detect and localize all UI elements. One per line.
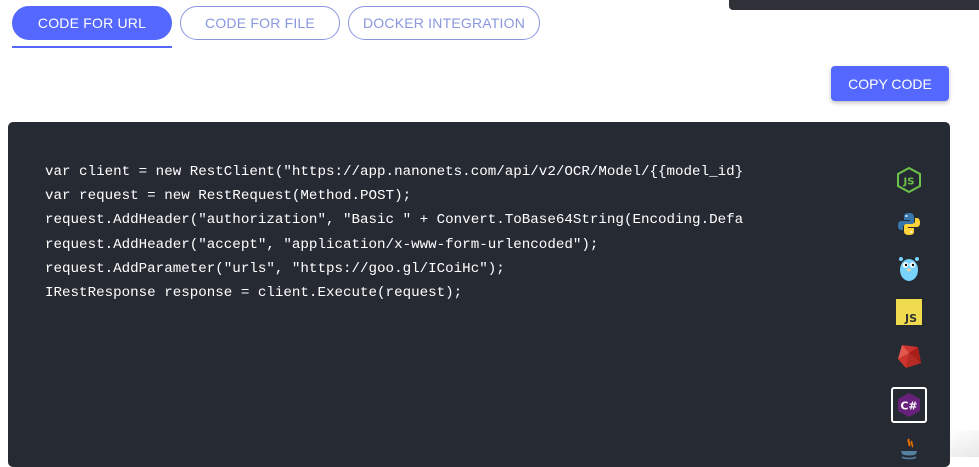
code-line: IRestResponse response = client.Execute(…: [45, 284, 463, 301]
copy-code-button[interactable]: COPY CODE: [831, 66, 949, 101]
tab-docker-integration[interactable]: DOCKER INTEGRATION: [348, 6, 540, 40]
language-csharp[interactable]: C#: [891, 387, 927, 423]
code-line: var client = new RestClient("https://app…: [45, 164, 744, 180]
language-python[interactable]: [891, 206, 927, 242]
active-tab-indicator: [12, 46, 172, 48]
page-edge: [950, 430, 979, 457]
svg-text:C#: C#: [900, 400, 917, 413]
code-line: request.AddHeader("accept", "application…: [45, 236, 599, 253]
language-javascript[interactable]: JS: [891, 294, 927, 330]
java-icon: [901, 438, 917, 460]
tab-code-for-url[interactable]: CODE FOR URL: [12, 6, 172, 40]
javascript-icon: JS: [896, 299, 922, 325]
tab-code-for-file[interactable]: CODE FOR FILE: [180, 6, 340, 40]
dark-header-edge: [729, 0, 979, 10]
code-panel: var client = new RestClient("https://app…: [8, 122, 950, 467]
language-golang[interactable]: [891, 250, 927, 286]
golang-icon: [899, 257, 919, 281]
svg-text:JS: JS: [903, 177, 915, 188]
code-line: request.AddHeader("authorization", "Basi…: [45, 212, 744, 229]
code-line: request.AddParameter("urls", "https://go…: [45, 260, 505, 277]
python-icon: [898, 213, 920, 235]
language-nodejs[interactable]: JS: [891, 162, 927, 198]
nodejs-icon: JS: [897, 166, 921, 194]
code-line: var request = new RestRequest(Method.POS…: [45, 188, 412, 205]
language-java[interactable]: [891, 433, 927, 467]
ruby-icon: [898, 345, 921, 368]
code-block[interactable]: var client = new RestClient("https://app…: [45, 160, 831, 305]
language-ruby[interactable]: [891, 338, 927, 374]
csharp-icon: C#: [898, 393, 920, 417]
svg-text:JS: JS: [904, 312, 917, 325]
